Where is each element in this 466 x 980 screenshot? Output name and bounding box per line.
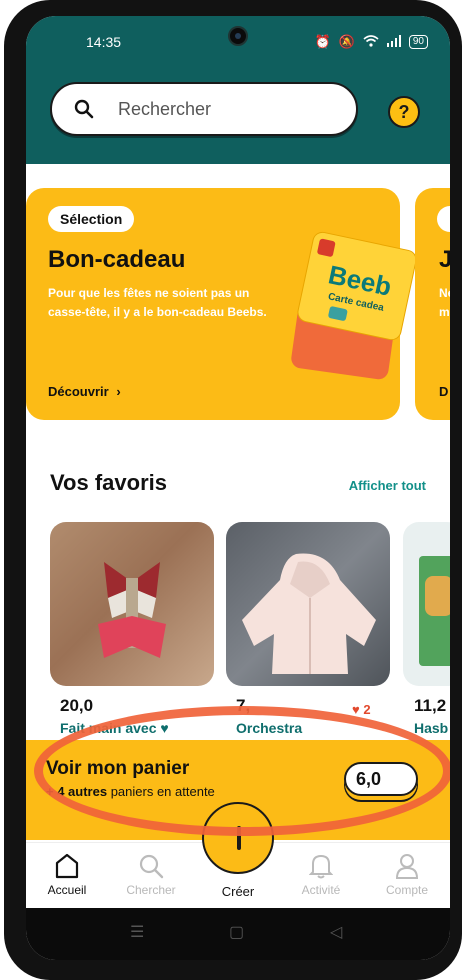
home-icon [55,853,79,879]
favorite-item-image[interactable] [50,522,214,686]
card-decoration [327,305,348,322]
discover-label: Découvrir [48,384,109,399]
see-all-link[interactable]: Afficher tout [349,478,426,493]
search-icon [74,99,94,119]
header: 14:35 ⏰ 🔕 90 Rechercher ? [26,16,450,164]
tab-account-label: Compte [385,883,429,897]
recent-apps-icon[interactable]: ☰ [130,922,144,942]
chevron-right-icon: › [116,384,121,399]
tab-search[interactable]: Chercher [116,853,186,897]
next-banner-chip [437,206,450,232]
banner-title: Bon-cadeau [48,246,186,273]
next-banner[interactable]: J Ne m D [415,188,450,420]
banner-description: Pour que les fêtes ne soient pas un cass… [48,286,267,319]
favorite-shop: Orchestra [236,720,303,736]
tab-account[interactable]: Compte [372,853,442,897]
favorite-likes[interactable]: ♥ 2 [352,702,371,717]
next-banner-text-line: Ne [439,286,450,300]
favorite-item-image[interactable] [226,522,390,686]
search-placeholder: Rechercher [118,98,212,119]
tab-activity-label: Activité [301,883,341,897]
next-banner-title: J [439,246,450,273]
search-input[interactable]: Rechercher [50,82,358,136]
favorite-shop: Fait main avec ♥ [60,720,169,736]
like-count: 2 [363,702,371,717]
screen: 14:35 ⏰ 🔕 90 Rechercher ? Sélection Bon-… [26,16,450,960]
gift-card-banner[interactable]: Sélection Bon-cadeau Pour que les fêtes … [26,188,419,420]
favorite-price: 7, [236,696,251,715]
next-banner-text: Ne m [439,284,450,322]
signal-icon [386,34,401,50]
bell-icon [309,854,333,879]
tab-activity[interactable]: Activité [286,853,356,897]
phone-frame: 14:35 ⏰ 🔕 90 Rechercher ? Sélection Bon-… [4,0,462,980]
cart-subtitle: + 4 autres paniers en attente [46,784,215,799]
toy-product-image [419,556,450,666]
front-camera [228,26,248,46]
help-button[interactable]: ? [388,96,420,128]
mute-icon: 🔕 [338,34,355,49]
alarm-icon: ⏰ [314,34,331,49]
favorite-item-image[interactable] [403,522,450,686]
heart-icon: ♥ [352,702,360,717]
create-button[interactable] [202,802,274,874]
power-button [458,236,462,336]
user-icon [395,854,419,879]
card-decoration [316,238,336,258]
cart-price-badge: 6,0 [344,762,418,796]
back-icon[interactable]: ◁ [330,922,342,942]
bow-product-image [98,562,166,658]
create-label: Créer [221,884,255,899]
favorite-shop: Hasb [414,720,449,736]
favorites-title: Vos favoris [50,470,167,495]
wifi-icon [363,34,379,50]
status-icons: ⏰ 🔕 90 [314,34,428,50]
tab-search-label: Chercher [126,883,176,897]
search-icon [139,854,164,879]
cart-title: Voir mon panier [46,758,190,779]
cart-subtitle-text: paniers en attente [110,784,215,799]
favorite-price: 20,0 [60,696,94,715]
next-banner-text-line: m [439,305,450,319]
system-nav-bar: ☰ ▢ ◁ [26,908,450,960]
cart-subtitle-count: + 4 autres [46,784,108,799]
discover-link[interactable]: Découvrir › [48,384,121,399]
volume-button [458,150,462,210]
home-system-icon[interactable]: ▢ [229,922,244,942]
tab-home[interactable]: Accueil [32,853,102,897]
favorite-price: 11,2 [414,696,447,715]
battery-icon: 90 [408,35,428,49]
next-banner-link: D [439,384,449,399]
jacket-product-image [242,553,376,674]
selection-chip: Sélection [48,206,135,232]
tab-home-label: Accueil [47,883,87,897]
status-time: 14:35 [86,34,122,50]
